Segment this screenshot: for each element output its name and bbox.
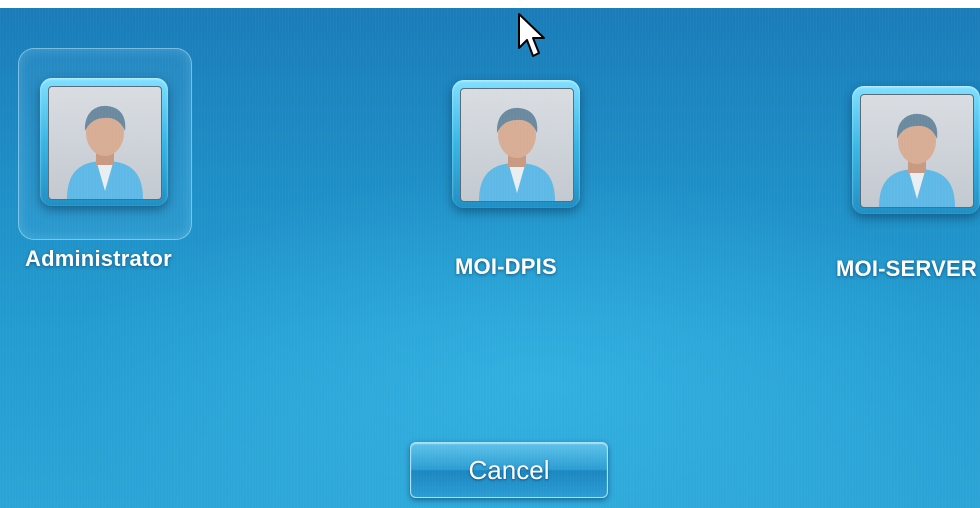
- user-tile-administrator[interactable]: Administrator: [18, 48, 192, 278]
- user-avatar-frame: [452, 80, 580, 208]
- user-avatar-frame: [852, 86, 980, 214]
- cancel-button[interactable]: Cancel: [410, 442, 608, 498]
- user-name-label: MOI-DPIS: [455, 254, 557, 279]
- user-name-label: Administrator: [25, 246, 172, 271]
- user-tile-moi-dpis[interactable]: MOI-DPIS: [440, 68, 600, 298]
- user-avatar-frame: [40, 78, 168, 206]
- login-user-selection-screen: Administrator MOI-DPIS MOI-SERVER Cancel: [0, 8, 980, 508]
- user-avatar-icon: [860, 94, 974, 208]
- user-avatar-icon: [460, 88, 574, 202]
- user-name-label: MOI-SERVER: [836, 256, 977, 281]
- user-avatar-icon: [48, 86, 162, 200]
- mouse-pointer-icon: [518, 13, 545, 57]
- user-tile-moi-server[interactable]: MOI-SERVER: [836, 78, 980, 308]
